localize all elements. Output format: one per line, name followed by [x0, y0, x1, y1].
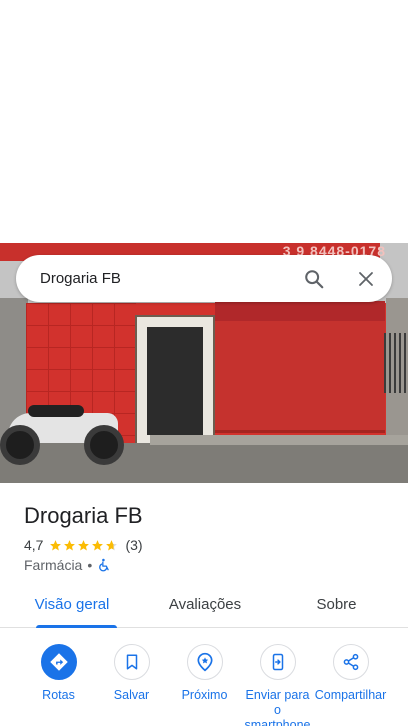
- separator: •: [87, 557, 93, 573]
- place-category: Farmácia: [24, 557, 83, 573]
- star-rating: [49, 539, 119, 552]
- nearby-label: Próximo: [181, 688, 228, 702]
- save-button[interactable]: Salvar: [95, 644, 168, 726]
- tab-bar: Visão geral Avaliações Sobre: [0, 583, 408, 628]
- review-count: (3): [125, 537, 143, 553]
- place-title: Drogaria FB: [24, 503, 143, 528]
- share-button[interactable]: Compartilhar: [314, 644, 387, 726]
- send-to-phone-button[interactable]: Enviar para o smartphone: [241, 644, 314, 726]
- search-bar[interactable]: Drogaria FB: [16, 255, 392, 302]
- tab-reviews[interactable]: Avaliações: [145, 583, 265, 627]
- directions-label: Rotas: [42, 688, 75, 702]
- tab-about[interactable]: Sobre: [265, 583, 408, 627]
- place-info-panel: Drogaria FB 4,7 (3) Farmácia • Visão ger…: [0, 483, 408, 726]
- search-icon: [305, 269, 324, 288]
- directions-button[interactable]: Rotas: [22, 644, 95, 726]
- star-icon: [92, 539, 104, 550]
- search-button[interactable]: [294, 259, 334, 299]
- bookmark-icon: [126, 654, 137, 670]
- send-to-phone-icon: [272, 653, 283, 671]
- nearby-icon: [196, 652, 213, 672]
- store-door: [135, 315, 215, 445]
- close-icon: [359, 271, 373, 286]
- store-awning: [215, 301, 385, 433]
- tab-overview[interactable]: Visão geral: [0, 583, 145, 628]
- rating-value: 4,7: [24, 537, 44, 553]
- clear-search-button[interactable]: [346, 259, 386, 299]
- star-icon: [78, 539, 90, 550]
- nearby-button[interactable]: Próximo: [168, 644, 241, 726]
- send-to-phone-label: Enviar para o smartphone: [244, 688, 311, 726]
- category-row: Farmácia •: [24, 557, 111, 573]
- star-icon: [64, 539, 76, 550]
- save-label: Salvar: [113, 688, 150, 702]
- share-icon: [343, 653, 358, 671]
- share-label: Compartilhar: [314, 688, 387, 702]
- directions-icon: [49, 653, 68, 671]
- half-star-icon: [106, 539, 118, 550]
- active-tab-indicator: [36, 625, 117, 628]
- star-icon: [50, 539, 62, 550]
- rating-row[interactable]: 4,7 (3): [24, 537, 143, 553]
- search-input[interactable]: Drogaria FB: [40, 270, 294, 287]
- wheelchair-icon: [99, 558, 109, 572]
- action-buttons-row: Rotas Salvar Próximo Enviar para o smart…: [0, 644, 408, 726]
